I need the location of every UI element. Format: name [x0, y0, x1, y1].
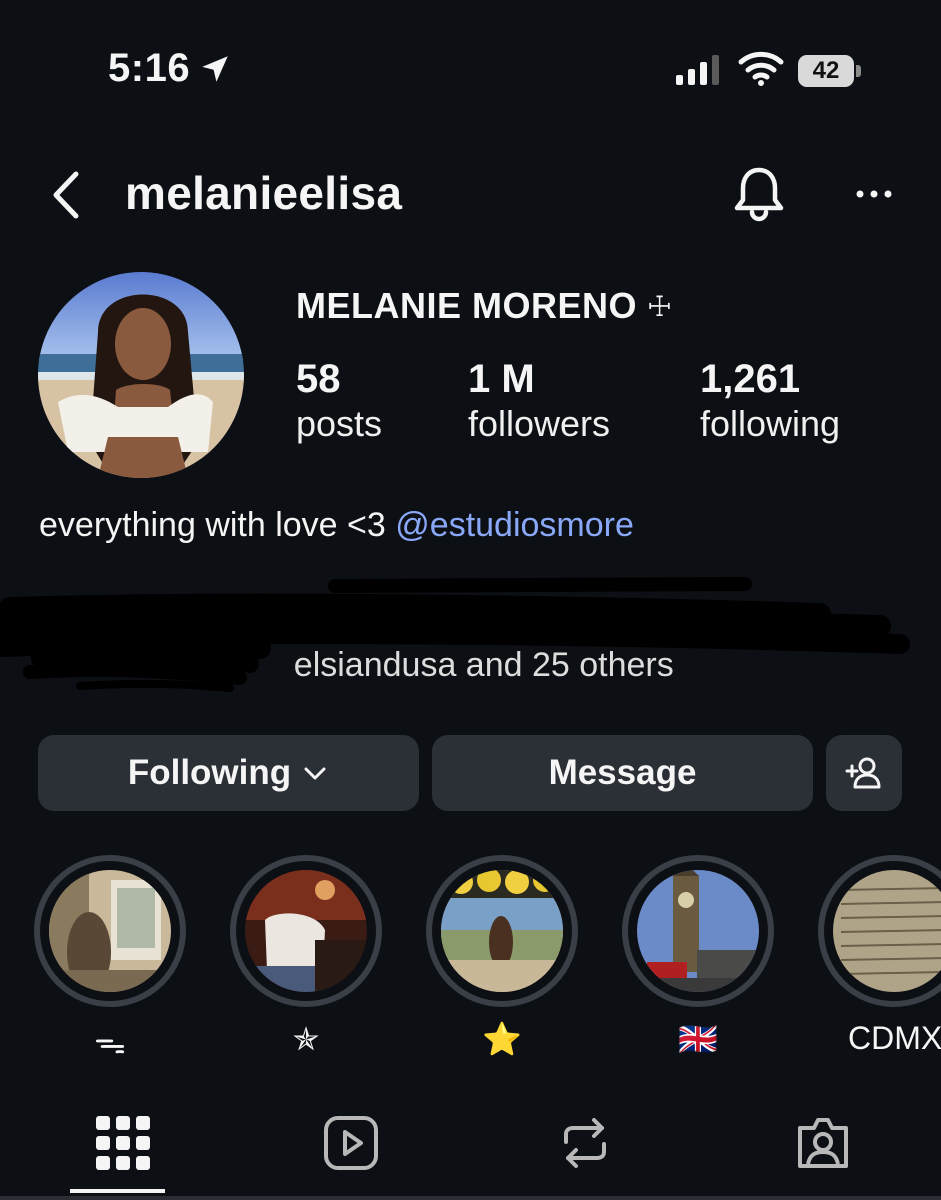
- highlight-cover-4: [637, 870, 759, 992]
- following-label: following: [700, 403, 841, 444]
- profile-bio: everything with love <3 @estudiosmore: [39, 506, 634, 545]
- location-arrow-icon: [202, 56, 228, 82]
- grid-icon[interactable]: [94, 1114, 152, 1172]
- more-options-icon[interactable]: [852, 182, 896, 206]
- followers-label: followers: [468, 403, 611, 444]
- highlight-cover-3: [441, 870, 563, 992]
- notification-bell-icon[interactable]: [730, 164, 788, 224]
- tagged-icon[interactable]: [794, 1114, 852, 1172]
- suggested-users-button[interactable]: [826, 735, 902, 811]
- highlight-cover-1: [49, 870, 171, 992]
- status-time: 5:16: [108, 46, 191, 90]
- highlight-label-2: ✯: [292, 1021, 320, 1057]
- highlight-label-1: ᯓ: [94, 1024, 126, 1060]
- story-highlight-2[interactable]: [230, 855, 382, 1007]
- cross-symbol: ☩: [647, 290, 673, 322]
- message-button-label: Message: [548, 753, 697, 792]
- followers-stat[interactable]: 1 M followers: [468, 356, 610, 446]
- profile-username: melanieelisa: [125, 167, 403, 219]
- highlight-label-4: 🇬🇧: [678, 1021, 718, 1057]
- active-tab-indicator: [70, 1189, 165, 1193]
- posts-count: 58: [296, 357, 341, 401]
- battery-indicator: 42: [798, 55, 862, 87]
- followers-count: 1 M: [468, 357, 535, 401]
- chevron-down-icon: [304, 767, 326, 780]
- message-button[interactable]: Message: [432, 735, 813, 811]
- highlight-cover-5: [833, 870, 941, 992]
- bio-mention-link[interactable]: @estudiosmore: [395, 506, 634, 544]
- add-person-icon: [845, 757, 881, 789]
- cellular-signal-icon: [676, 55, 719, 85]
- story-highlight-4[interactable]: [622, 855, 774, 1007]
- highlight-label-5: CDMX: [848, 1020, 941, 1056]
- following-stat[interactable]: 1,261 following: [700, 356, 840, 446]
- redaction-scribble: [0, 577, 910, 692]
- reposts-icon[interactable]: [556, 1114, 614, 1172]
- full-name-text: MELANIE MORENO: [296, 285, 638, 326]
- story-highlight-1[interactable]: [34, 855, 186, 1007]
- profile-full-name: MELANIE MORENO ☩: [296, 285, 673, 327]
- posts-label: posts: [296, 403, 383, 444]
- story-highlight-3[interactable]: [426, 855, 578, 1007]
- highlight-label-3: ⭐: [482, 1021, 522, 1057]
- battery-level: 42: [812, 57, 840, 84]
- profile-avatar[interactable]: [38, 272, 244, 478]
- grid-preview-strip: [0, 1196, 941, 1200]
- posts-stat[interactable]: 58 posts: [296, 356, 382, 446]
- bio-text: everything with love <3: [39, 506, 386, 544]
- back-chevron-icon[interactable]: [48, 168, 84, 222]
- following-button-label: Following: [127, 753, 292, 792]
- following-count: 1,261: [700, 357, 801, 401]
- wifi-icon: [738, 51, 784, 86]
- following-button[interactable]: Following: [38, 735, 419, 811]
- highlight-cover-2: [245, 870, 367, 992]
- story-highlight-5[interactable]: [818, 855, 941, 1007]
- reels-icon[interactable]: [322, 1114, 380, 1172]
